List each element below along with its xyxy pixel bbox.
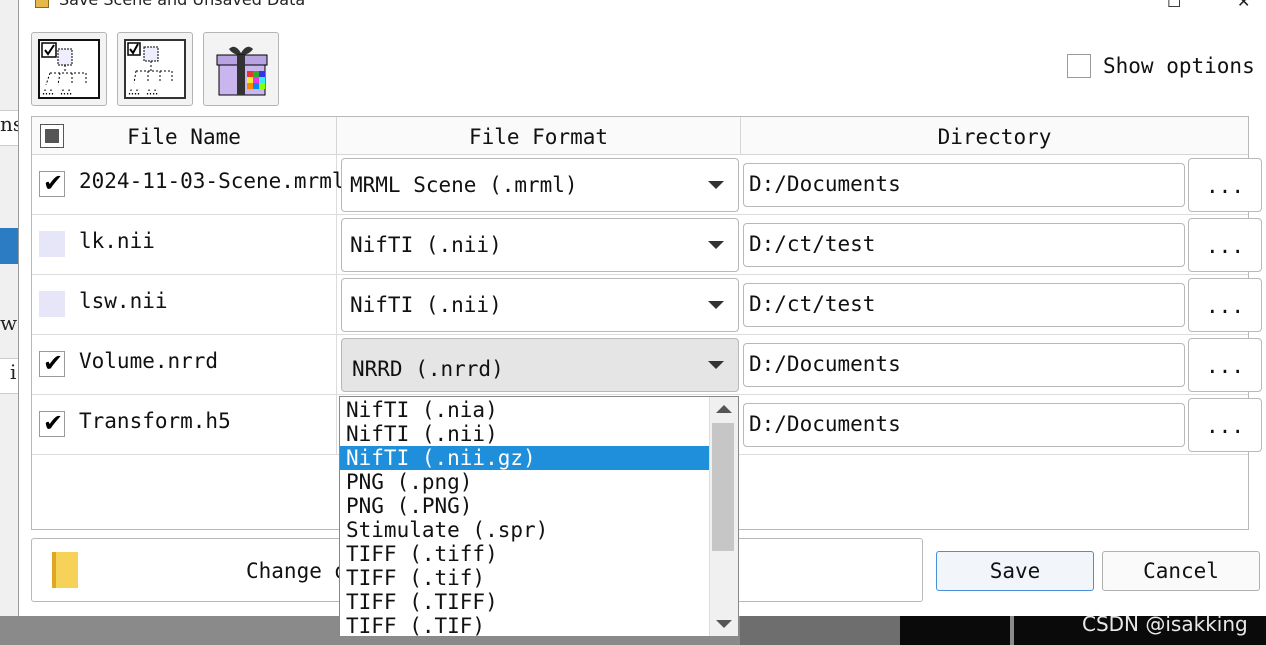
browse-directory-button[interactable]: ...	[1188, 218, 1262, 272]
file-name: Transform.h5	[79, 409, 231, 433]
browse-directory-button[interactable]: ...	[1188, 158, 1262, 212]
row-checkbox[interactable]	[39, 231, 65, 257]
save-button[interactable]: Save	[936, 551, 1094, 591]
scrollbar-thumb[interactable]	[712, 423, 734, 551]
file-format-select[interactable]: NifTI (.nii)	[341, 218, 739, 272]
dropdown-option[interactable]: TIFF (.TIFF)	[340, 590, 710, 614]
header-file-name-label: File Name	[127, 125, 241, 149]
browse-directory-button[interactable]: ...	[1188, 278, 1262, 332]
change-directory-label: Change d	[246, 559, 348, 583]
background-fragment: i	[0, 358, 18, 394]
svg-text:∴∴ ∴∴: ∴∴ ∴∴	[128, 87, 158, 97]
show-options-toggle[interactable]: Show options	[1067, 54, 1255, 78]
header-file-format[interactable]: File Format	[337, 117, 741, 155]
dropdown-option[interactable]: TIFF (.tif)	[340, 566, 710, 590]
header-file-name[interactable]: File Name	[32, 117, 337, 155]
directory-field[interactable]: D:/ct/test	[743, 223, 1185, 267]
file-format-select[interactable]: NRRD (.nrrd)	[341, 338, 739, 392]
show-options-label: Show options	[1103, 54, 1255, 78]
directory-field[interactable]: D:/Documents	[743, 163, 1185, 207]
chevron-down-icon	[708, 241, 724, 249]
row-checkbox[interactable]: ✔	[39, 349, 65, 377]
folder-icon	[52, 552, 78, 588]
file-format-select[interactable]: NifTI (.nii)	[341, 278, 739, 332]
scroll-down-icon[interactable]	[716, 620, 732, 628]
dropdown-option[interactable]: TIFF (.tiff)	[340, 542, 710, 566]
data-bundle-gift-icon	[216, 46, 268, 96]
window-title: Save Scene and Unsaved Data	[59, 0, 305, 9]
background-fragment: ns	[0, 110, 18, 146]
scene-tree-checked-icon: ∴∴ ∴∴	[124, 39, 186, 99]
dropdown-option[interactable]: NifTI (.nii)	[340, 422, 710, 446]
dropdown-option[interactable]: NifTI (.nia)	[340, 398, 710, 422]
select-all-checkbox[interactable]	[40, 124, 64, 148]
file-name: 2024-11-03-Scene.mrml	[79, 169, 345, 193]
row-checkbox[interactable]	[39, 291, 65, 317]
scene-tree-icon: ∴∴ ∴∴	[38, 39, 100, 99]
table-row: ✔ Volume.nrrd NRRD (.nrrd) D:/Documents …	[32, 335, 1262, 395]
dropdown-option[interactable]: PNG (.png)	[340, 470, 710, 494]
create-data-bundle-button[interactable]	[203, 32, 279, 106]
browse-directory-button[interactable]: ...	[1188, 398, 1262, 452]
app-icon	[35, 0, 49, 8]
dropdown-option[interactable]: PNG (.PNG)	[340, 494, 710, 518]
cancel-button[interactable]: Cancel	[1102, 551, 1260, 591]
save-checked-scene-button[interactable]: ∴∴ ∴∴	[117, 32, 193, 106]
chevron-down-icon	[708, 361, 724, 369]
dropdown-option[interactable]: Stimulate (.spr)	[340, 518, 710, 542]
chevron-down-icon	[708, 181, 724, 189]
chevron-down-icon	[708, 301, 724, 309]
background-app-left: ns w i	[0, 0, 18, 645]
close-button[interactable]: ✕	[1237, 0, 1250, 11]
svg-text:∴∴ ∴∴: ∴∴ ∴∴	[42, 87, 72, 97]
file-format-select[interactable]: MRML Scene (.mrml)	[341, 158, 739, 212]
maximize-button[interactable]: ☐	[1167, 0, 1181, 11]
dropdown-option[interactable]: TIFF (.TIF)	[340, 614, 710, 636]
title-bar: Save Scene and Unsaved Data ☐ ✕	[19, 0, 1266, 12]
row-checkbox[interactable]: ✔	[39, 169, 65, 197]
watermark: CSDN @isakking	[1082, 612, 1248, 636]
browse-directory-button[interactable]: ...	[1188, 338, 1262, 392]
background-fragment: w	[0, 311, 18, 335]
file-name: Volume.nrrd	[79, 349, 219, 373]
dropdown-option-selected[interactable]: NifTI (.nii.gz)	[340, 446, 710, 470]
row-checkbox[interactable]: ✔	[39, 409, 65, 437]
scroll-up-icon[interactable]	[716, 405, 732, 413]
file-name: lsw.nii	[79, 289, 168, 313]
dropdown-scrollbar[interactable]	[709, 397, 738, 636]
table-row: ✔ 2024-11-03-Scene.mrml MRML Scene (.mrm…	[32, 155, 1262, 215]
directory-field[interactable]: D:/Documents	[743, 403, 1185, 447]
table-row: lsw.nii NifTI (.nii) D:/ct/test ...	[32, 275, 1262, 335]
header-directory[interactable]: Directory	[741, 117, 1248, 155]
background-selection	[0, 228, 18, 264]
save-scene-tree-button[interactable]: ∴∴ ∴∴	[31, 32, 107, 106]
directory-field[interactable]: D:/Documents	[743, 343, 1185, 387]
table-row: lk.nii NifTI (.nii) D:/ct/test ...	[32, 215, 1262, 275]
file-format-dropdown-list: NifTI (.nia) NifTI (.nii) NifTI (.nii.gz…	[339, 396, 739, 637]
show-options-checkbox[interactable]	[1067, 54, 1091, 78]
directory-field[interactable]: D:/ct/test	[743, 283, 1185, 327]
file-name: lk.nii	[79, 229, 155, 253]
